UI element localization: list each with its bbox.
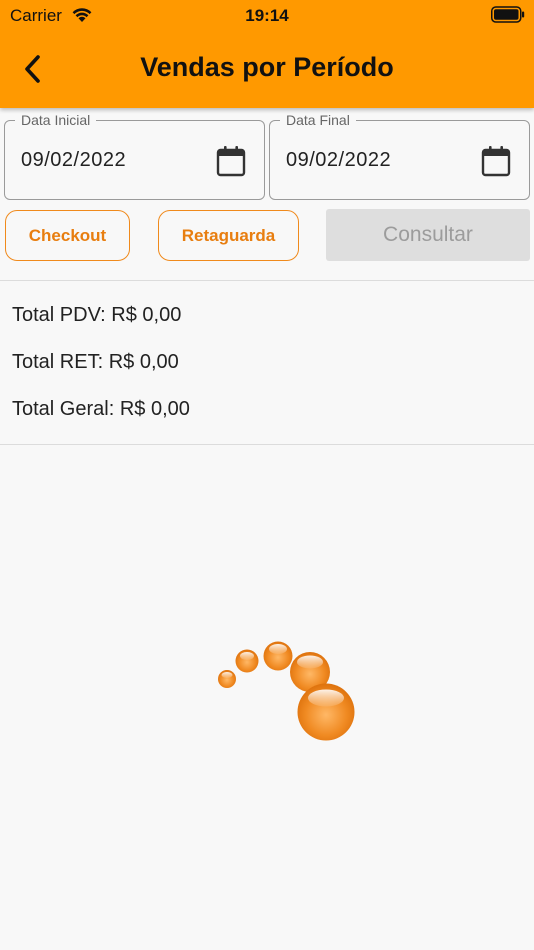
app-header: Carrier 19:14 Vendas por Período: [0, 0, 534, 108]
end-date-field[interactable]: Data Final 09/02/2022: [269, 112, 530, 200]
app-screen: Carrier 19:14 Vendas por Período Data In…: [0, 0, 534, 950]
loader-ball: [235, 649, 259, 673]
retaguarda-button[interactable]: Retaguarda: [158, 210, 299, 261]
consultar-button[interactable]: Consultar: [326, 209, 530, 261]
checkout-button[interactable]: Checkout: [5, 210, 130, 261]
calendar-icon[interactable]: [481, 145, 511, 177]
end-date-value[interactable]: 09/02/2022: [286, 149, 391, 172]
clock: 19:14: [245, 6, 289, 25]
total-geral: Total Geral: R$ 0,00: [12, 398, 190, 420]
loading-spinner-icon: [218, 641, 355, 741]
divider: [0, 280, 534, 281]
loader-ball: [218, 670, 236, 688]
page-title: Vendas por Período: [140, 52, 394, 82]
end-date-label: Data Final: [280, 112, 356, 128]
loader-ball: [263, 641, 293, 671]
start-date-label: Data Inicial: [15, 112, 97, 128]
start-date-field[interactable]: Data Inicial 09/02/2022: [4, 112, 265, 200]
status-bar: Carrier 19:14: [0, 0, 534, 30]
start-date-value[interactable]: 09/02/2022: [21, 149, 126, 172]
calendar-icon[interactable]: [216, 145, 246, 177]
battery-icon: [491, 6, 525, 23]
loader-ball: [297, 683, 355, 741]
total-pdv: Total PDV: R$ 0,00: [12, 304, 182, 326]
total-ret: Total RET: R$ 0,00: [12, 351, 179, 373]
divider: [0, 444, 534, 445]
